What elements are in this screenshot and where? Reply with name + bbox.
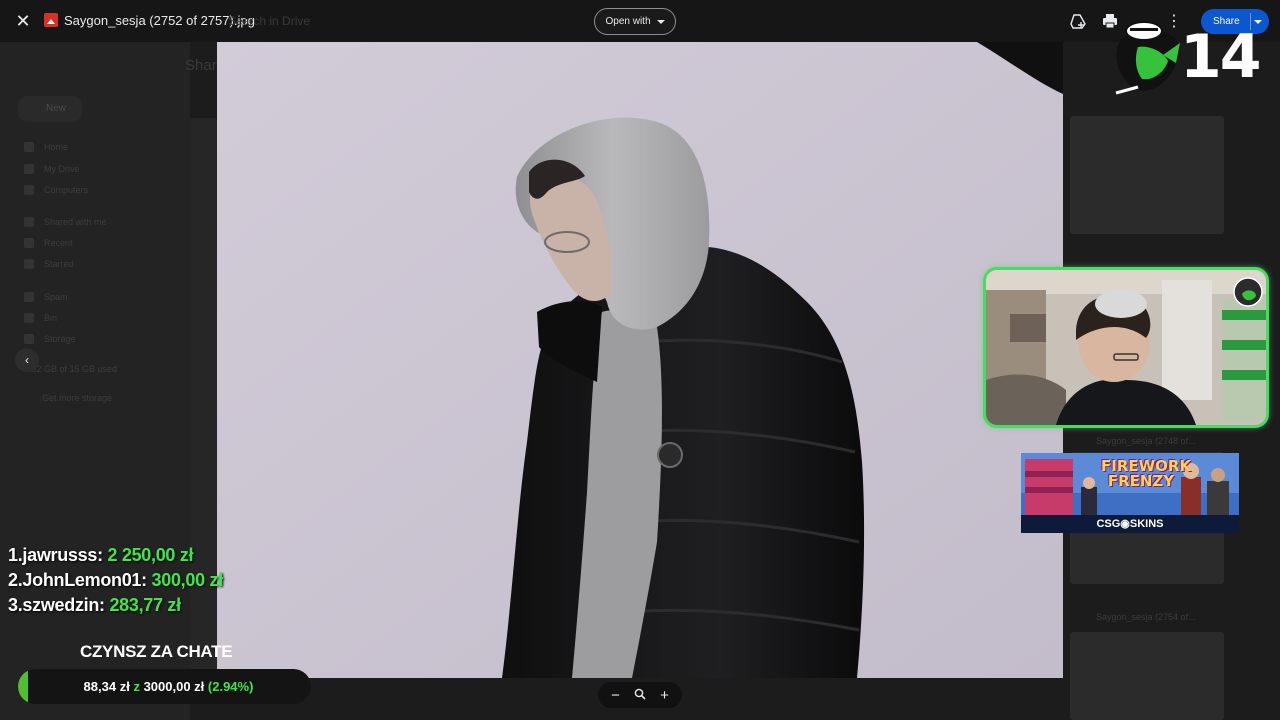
nav-item-computers[interactable]: Computers: [24, 183, 88, 197]
image-file-icon: [44, 13, 58, 27]
get-storage-label: Get more storage: [42, 393, 113, 403]
people-icon: [24, 217, 34, 227]
nav-item-my-drive[interactable]: My Drive: [24, 162, 80, 176]
nav-item-starred[interactable]: Starred: [24, 257, 74, 271]
leaderboard-entry: 3.szwedzin: 283,77 zł: [8, 595, 181, 616]
cloud-icon: [24, 334, 34, 344]
nav-item-storage[interactable]: Storage: [24, 332, 76, 346]
thumbnail-label: Saygon_sesja (2748 of...: [1096, 436, 1196, 446]
donor-name: jawrusss:: [22, 545, 103, 565]
nav-label: My Drive: [44, 164, 80, 174]
close-icon[interactable]: ✕: [12, 10, 34, 32]
nav-label: Bin: [44, 313, 58, 323]
goal-percent: (2.94%): [207, 679, 254, 694]
nav-label: Shared with me: [44, 217, 107, 227]
add-to-drive-icon[interactable]: [1068, 11, 1088, 31]
donation-amount: 283,77 zł: [109, 595, 181, 615]
nav-label: Storage: [44, 334, 76, 344]
webcam-overlay: [983, 267, 1269, 428]
goal-progress-text: 88,34 zł z 3000,00 zł (2.94%): [18, 669, 311, 704]
goal-title: CZYNSZ ZA CHATE: [80, 642, 233, 661]
search-ghost-text: Search in Drive: [228, 14, 311, 28]
nav-item-recent[interactable]: Recent: [24, 236, 73, 250]
zoom-controls: − +: [598, 682, 682, 708]
file-thumbnail[interactable]: [1070, 116, 1224, 234]
goal-target: 3000,00 zł: [143, 679, 205, 694]
donation-amount: 300,00 zł: [151, 570, 224, 590]
get-storage-button[interactable]: Get more storage: [42, 391, 112, 405]
computer-icon: [24, 185, 34, 195]
new-button[interactable]: New: [18, 96, 82, 122]
rank: 3.: [8, 595, 23, 615]
drive-icon: [24, 164, 34, 174]
open-with-button[interactable]: Open with: [594, 8, 676, 35]
mascot-logo-icon: [1115, 21, 1180, 95]
donor-name: JohnLemon01:: [22, 570, 147, 590]
nav-item-shared[interactable]: Shared with me: [24, 215, 107, 229]
thumbnail-label: Saygon_sesja (2754 of...: [1096, 612, 1196, 622]
file-thumbnail[interactable]: [190, 118, 217, 678]
drive-sidebar: New Home My Drive Computers Shared with …: [0, 42, 190, 720]
file-title: Saygon_sesja (2752 of 2757).jpg: [64, 13, 255, 28]
photo-image: [217, 42, 1063, 678]
webcam-image: [986, 270, 1266, 425]
nav-label: Recent: [44, 238, 73, 248]
zoom-in-icon[interactable]: +: [660, 687, 669, 704]
stream-counter: 14: [1180, 22, 1261, 92]
nav-item-bin[interactable]: Bin: [24, 311, 57, 325]
sponsor-banner: FIREWORK FRENZY CSG◉SKINS: [1021, 453, 1239, 533]
star-icon: [24, 259, 34, 269]
rank: 2.: [8, 570, 23, 590]
chevron-down-icon: [656, 19, 665, 24]
screen: New Home My Drive Computers Shared with …: [0, 0, 1280, 720]
donor-name: szwedzin:: [22, 595, 105, 615]
storage-text: 1.52 GB of 15 GB used: [24, 364, 118, 374]
nav-label: Spam: [44, 292, 68, 302]
leaderboard-entry: 2.JohnLemon01: 300,00 zł: [8, 570, 223, 591]
nav-label: Home: [44, 142, 69, 152]
donation-amount: 2 250,00 zł: [107, 545, 194, 565]
clock-icon: [24, 238, 34, 248]
nav-item-spam[interactable]: Spam: [24, 290, 68, 304]
zoom-reset-icon[interactable]: [634, 687, 646, 704]
nav-label: Starred: [44, 259, 74, 269]
ad-title: FIREWORK FRENZY: [1101, 457, 1192, 490]
goal-current: 88,34 zł: [83, 679, 130, 694]
previous-file-button[interactable]: ‹: [15, 348, 39, 372]
spam-icon: [24, 292, 34, 302]
rank: 1.: [8, 545, 23, 565]
leaderboard-entry: 1.jawrusss: 2 250,00 zł: [8, 545, 194, 566]
home-icon: [24, 142, 34, 152]
nav-label: Computers: [44, 185, 89, 195]
trash-icon: [24, 313, 34, 323]
viewer-toolbar: ✕ Saygon_sesja (2752 of 2757).jpg Search…: [0, 0, 1280, 42]
ad-brand: CSG◉SKINS: [1021, 515, 1239, 533]
file-thumbnail[interactable]: [1070, 632, 1224, 720]
chevron-left-icon: ‹: [25, 353, 29, 367]
open-with-label: Open with: [605, 16, 651, 27]
zoom-out-icon[interactable]: −: [611, 687, 620, 704]
nav-item-home[interactable]: Home: [24, 140, 68, 154]
goal-connector: z: [133, 679, 140, 694]
photo-preview[interactable]: [217, 42, 1063, 678]
goal-progress-bar: 88,34 zł z 3000,00 zł (2.94%): [18, 669, 311, 704]
